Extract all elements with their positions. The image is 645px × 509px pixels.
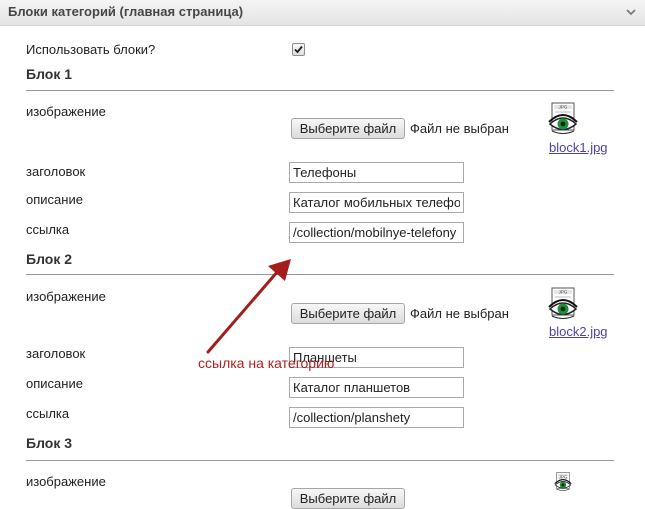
panel-header: Блоки категорий (главная страница) bbox=[0, 0, 645, 26]
block-1-image-link[interactable]: block1.jpg bbox=[549, 140, 608, 155]
panel-title: Блоки категорий (главная страница) bbox=[8, 4, 244, 19]
block-2-title-label: заголовок bbox=[26, 346, 86, 361]
block-3-image-label: изображение bbox=[26, 474, 106, 489]
block-1-divider bbox=[26, 90, 614, 91]
block-2-image-link[interactable]: block2.jpg bbox=[549, 324, 608, 339]
block-3-heading: Блок 3 bbox=[26, 435, 73, 451]
svg-text:JPG: JPG bbox=[559, 475, 568, 480]
block-1-description-input[interactable] bbox=[289, 192, 464, 213]
block-2-link-label: ссылка bbox=[26, 406, 70, 421]
block-3-choose-file-button[interactable]: Выберите файл bbox=[291, 488, 405, 509]
chevron-down-icon bbox=[626, 9, 636, 16]
block-1-file-status: Файл не выбран bbox=[410, 121, 509, 136]
block-2-description-input[interactable] bbox=[289, 377, 464, 398]
block-1-image-label: изображение bbox=[26, 104, 106, 119]
block-1-description-label: описание bbox=[26, 192, 83, 207]
use-blocks-label: Использовать блоки? bbox=[26, 42, 156, 57]
svg-text:JPG: JPG bbox=[559, 290, 568, 295]
block-2-file-status: Файл не выбран bbox=[410, 306, 509, 321]
block-1-title-label: заголовок bbox=[26, 164, 86, 179]
block-2-jpg-thumbnail-icon: JPG bbox=[547, 287, 579, 321]
checkmark-icon bbox=[294, 45, 303, 54]
block-2-divider bbox=[26, 274, 614, 275]
svg-text:JPG: JPG bbox=[559, 105, 568, 110]
collapse-toggle[interactable] bbox=[623, 4, 639, 20]
annotation-arrow-shaft bbox=[206, 269, 280, 354]
block-2-description-label: описание bbox=[26, 376, 83, 391]
block-1-link-input[interactable] bbox=[289, 222, 464, 243]
block-1-heading: Блок 1 bbox=[26, 66, 73, 82]
block-1-choose-file-button[interactable]: Выберите файл bbox=[291, 118, 405, 139]
block-2-link-input[interactable] bbox=[289, 407, 464, 428]
annotation-arrow-head bbox=[268, 259, 291, 281]
annotation-label: ссылка на категорию bbox=[198, 355, 335, 371]
block-2-choose-file-button[interactable]: Выберите файл bbox=[291, 303, 405, 324]
block-1-jpg-thumbnail-icon: JPG bbox=[547, 102, 579, 136]
block-2-heading: Блок 2 bbox=[26, 251, 73, 267]
block-3-jpg-thumbnail-icon: JPG bbox=[547, 472, 579, 492]
block-2-image-label: изображение bbox=[26, 289, 106, 304]
block-1-link-label: ссылка bbox=[26, 222, 70, 237]
block-3-divider bbox=[26, 460, 614, 461]
block-1-title-input[interactable] bbox=[289, 162, 464, 183]
use-blocks-checkbox[interactable] bbox=[292, 43, 305, 56]
